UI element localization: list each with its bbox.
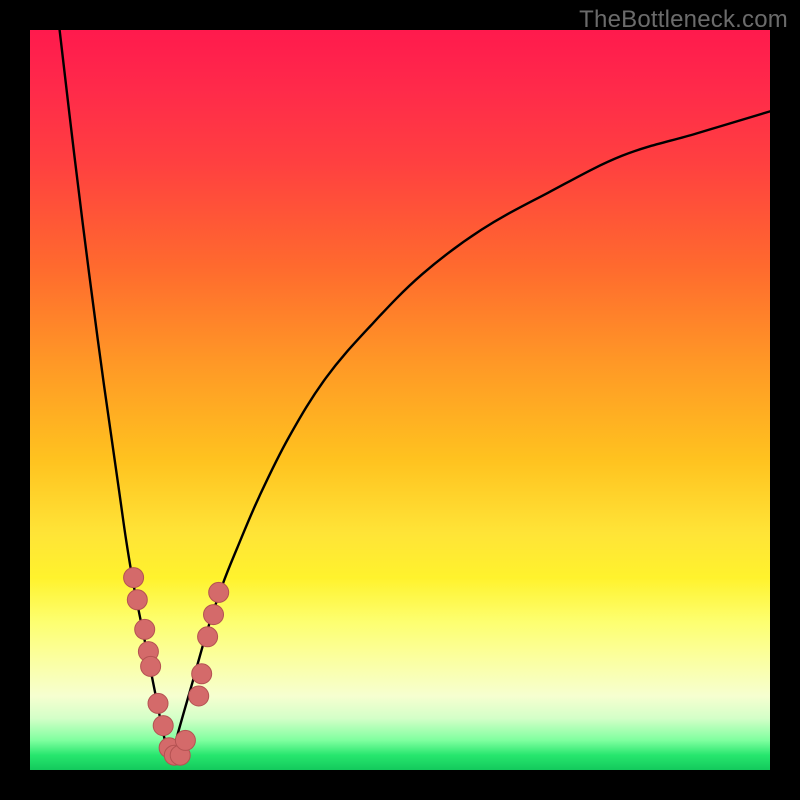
marker-point (198, 627, 218, 647)
curve-layer (30, 30, 770, 770)
marker-point (192, 664, 212, 684)
marker-point (209, 582, 229, 602)
marker-point (135, 619, 155, 639)
marker-point (175, 730, 195, 750)
plot-area (30, 30, 770, 770)
marker-point (141, 656, 161, 676)
chart-frame: TheBottleneck.com (0, 0, 800, 800)
marker-point (148, 693, 168, 713)
sample-markers (124, 568, 229, 766)
marker-point (153, 716, 173, 736)
marker-point (127, 590, 147, 610)
marker-point (124, 568, 144, 588)
curve-right-branch (171, 111, 770, 762)
marker-point (204, 605, 224, 625)
marker-point (189, 686, 209, 706)
